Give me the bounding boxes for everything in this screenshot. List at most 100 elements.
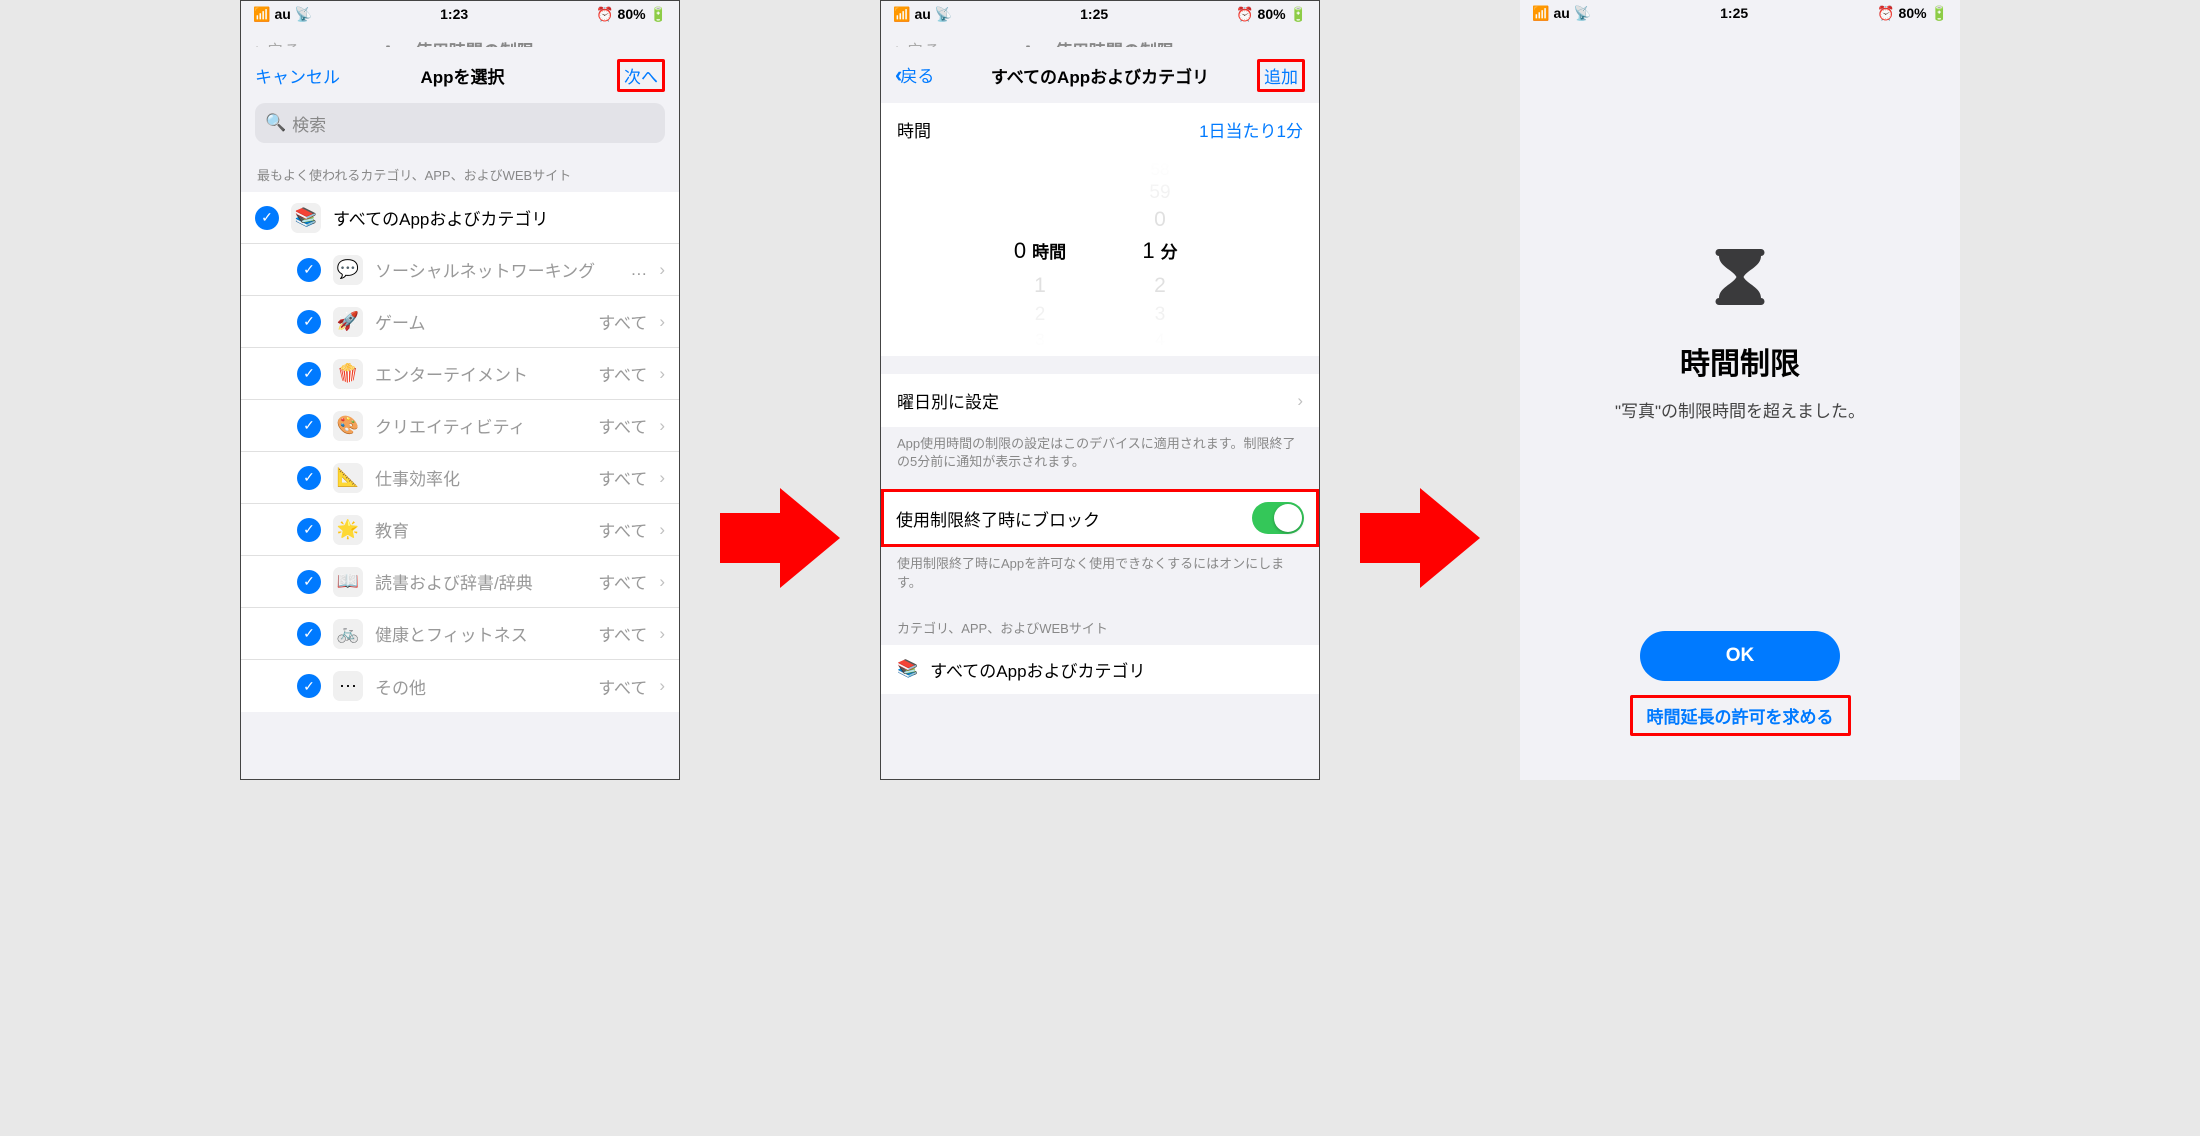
picker-val: 0 xyxy=(1154,208,1166,238)
category-icon: 💬 xyxy=(333,255,363,285)
ok-button[interactable]: OK xyxy=(1640,631,1840,681)
chevron-right-icon: › xyxy=(659,416,665,436)
chevron-right-icon: › xyxy=(659,468,665,488)
search-icon: 🔍 xyxy=(265,113,286,133)
add-label: 追加 xyxy=(1257,59,1305,92)
category-detail: すべて xyxy=(598,674,647,699)
checkmark-icon[interactable]: ✓ xyxy=(297,362,321,386)
add-button[interactable]: 追加 xyxy=(1225,59,1305,92)
signal-icon: 📶 xyxy=(1532,5,1549,22)
category-icon: 🌟 xyxy=(333,515,363,545)
category-label: 教育 xyxy=(375,517,586,542)
carrier: au xyxy=(274,6,290,22)
category-row[interactable]: ✓ ⋯ その他 すべて › xyxy=(241,660,679,712)
request-extension-highlight: 時間延長の許可を求める xyxy=(1630,695,1851,736)
by-day-label: 曜日別に設定 xyxy=(897,388,999,413)
section-header-2: カテゴリ、APP、およびWEBサイト xyxy=(881,610,1319,645)
category-icon: 📚 xyxy=(291,203,321,233)
phone-screen-2: 📶 au 📡 1:25 ⏰ 80% 🔋 ‹ 戻る App使用時間の制限 ‹戻る … xyxy=(880,0,1320,780)
back-label: 戻る xyxy=(900,67,934,86)
category-label: ソーシャルネットワーキング xyxy=(375,257,618,282)
phone-screen-1: 📶 au 📡 1:23 ⏰ 80% 🔋 ‹ 戻る App使用時間の制限 キャンセ… xyxy=(240,0,680,780)
wifi-icon: 📡 xyxy=(935,6,952,23)
category-row[interactable]: ✓ 📐 仕事効率化 すべて › xyxy=(241,452,679,504)
request-extension-button[interactable]: 時間延長の許可を求める xyxy=(1637,699,1844,732)
category-row[interactable]: ✓ 💬 ソーシャルネットワーキング … › xyxy=(241,244,679,296)
category-detail: すべて xyxy=(598,309,647,334)
checkmark-icon[interactable]: ✓ xyxy=(297,518,321,542)
sheet-nav: ‹戻る すべてのAppおよびカテゴリ 追加 xyxy=(881,47,1319,103)
category-row[interactable]: ✓ 🎨 クリエイティビティ すべて › xyxy=(241,400,679,452)
checkmark-icon[interactable]: ✓ xyxy=(255,206,279,230)
cancel-button[interactable]: キャンセル xyxy=(255,63,340,88)
category-row[interactable]: ✓ 📖 読書および辞書/辞典 すべて › xyxy=(241,556,679,608)
by-day-row[interactable]: 曜日別に設定 › xyxy=(881,374,1319,427)
limit-subtitle: "写真"の制限時間を超えました。 xyxy=(1615,397,1865,422)
clock: 1:25 xyxy=(1720,5,1748,21)
battery-pct: 80% xyxy=(1258,6,1286,22)
battery-icon: 🔋 xyxy=(1290,6,1307,23)
category-icon: 📐 xyxy=(333,463,363,493)
sheet-nav: キャンセル Appを選択 次へ xyxy=(241,47,679,103)
picker-val: 2 xyxy=(1154,274,1166,304)
battery-pct: 80% xyxy=(618,6,646,22)
checkmark-icon[interactable]: ✓ xyxy=(297,466,321,490)
wifi-icon: 📡 xyxy=(1574,5,1591,22)
category-label: その他 xyxy=(375,674,586,699)
time-row: 時間 1日当たり1分 xyxy=(881,103,1319,156)
category-detail: すべて xyxy=(598,621,647,646)
checkmark-icon[interactable]: ✓ xyxy=(297,570,321,594)
all-apps-label: すべてのAppおよびカテゴリ xyxy=(930,657,1145,682)
checkmark-icon[interactable]: ✓ xyxy=(297,674,321,698)
carrier: au xyxy=(1553,5,1569,21)
chevron-right-icon: › xyxy=(1297,391,1303,411)
category-row[interactable]: ✓ 🚀 ゲーム すべて › xyxy=(241,296,679,348)
time-label: 時間 xyxy=(897,117,931,142)
category-icon: 📚 xyxy=(897,659,918,679)
arrow-icon xyxy=(720,488,840,593)
category-icon: 🎨 xyxy=(333,411,363,441)
chevron-right-icon: › xyxy=(659,676,665,696)
clock: 1:23 xyxy=(440,6,468,22)
category-detail: すべて xyxy=(598,465,647,490)
back-button[interactable]: ‹戻る xyxy=(895,62,975,88)
category-detail: すべて xyxy=(598,517,647,542)
category-label: 読書および辞書/辞典 xyxy=(375,569,586,594)
time-picker[interactable]: 0 時間 1 2 3 58 59 0 1 分 2 3 4 xyxy=(881,156,1319,356)
sheet-title: Appを選択 xyxy=(340,63,585,88)
section-header: 最もよく使われるカテゴリ、APP、およびWEBサイト xyxy=(241,157,679,192)
category-label: クリエイティビティ xyxy=(375,413,586,438)
category-row-all[interactable]: ✓ 📚 すべてのAppおよびカテゴリ xyxy=(241,192,679,244)
chevron-right-icon: › xyxy=(659,260,665,280)
battery-pct: 80% xyxy=(1899,5,1927,21)
time-limit-screen: 時間制限 "写真"の制限時間を超えました。 OK 時間延長の許可を求める xyxy=(1520,26,1960,780)
checkmark-icon[interactable]: ✓ xyxy=(297,414,321,438)
all-apps-row[interactable]: 📚 すべてのAppおよびカテゴリ xyxy=(881,645,1319,694)
search-input[interactable]: 🔍 検索 xyxy=(255,103,665,143)
picker-val: 59 xyxy=(1149,182,1170,208)
picker-val: 4 xyxy=(1155,330,1164,352)
category-icon: 📖 xyxy=(333,567,363,597)
next-button[interactable]: 次へ xyxy=(585,59,665,92)
hours-column[interactable]: 0 時間 1 2 3 xyxy=(980,156,1100,356)
status-bar: 📶 au 📡 1:23 ⏰ 80% 🔋 xyxy=(241,1,679,27)
chevron-right-icon: › xyxy=(659,520,665,540)
time-value: 1日当たり1分 xyxy=(1199,117,1303,142)
category-row[interactable]: ✓ 🚲 健康とフィットネス すべて › xyxy=(241,608,679,660)
status-bar: 📶 au 📡 1:25 ⏰ 80% 🔋 xyxy=(881,1,1319,27)
category-label: 仕事効率化 xyxy=(375,465,586,490)
category-label: エンターテイメント xyxy=(375,361,586,386)
minutes-column[interactable]: 58 59 0 1 分 2 3 4 xyxy=(1100,156,1220,356)
checkmark-icon[interactable]: ✓ xyxy=(297,622,321,646)
clock: 1:25 xyxy=(1080,6,1108,22)
toggle-switch-on[interactable] xyxy=(1252,502,1304,534)
checkmark-icon[interactable]: ✓ xyxy=(297,310,321,334)
battery-icon: 🔋 xyxy=(650,6,667,23)
checkmark-icon[interactable]: ✓ xyxy=(297,258,321,282)
picker-val: 3 xyxy=(1155,304,1166,330)
category-row[interactable]: ✓ 🍿 エンターテイメント すべて › xyxy=(241,348,679,400)
search-placeholder: 検索 xyxy=(292,111,326,136)
category-row[interactable]: ✓ 🌟 教育 すべて › xyxy=(241,504,679,556)
category-icon: 🍿 xyxy=(333,359,363,389)
block-at-end-row[interactable]: 使用制限終了時にブロック xyxy=(884,492,1316,544)
